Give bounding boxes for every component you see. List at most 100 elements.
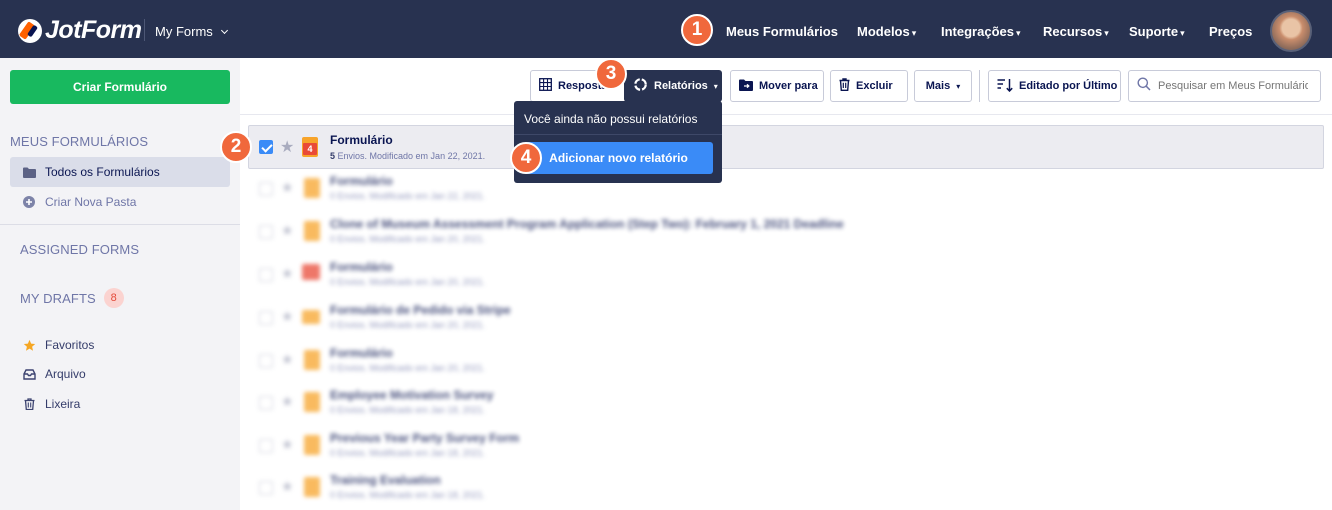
form-icon [304,221,320,241]
form-checkbox[interactable] [259,439,273,453]
form-checkbox[interactable] [259,225,273,239]
section-my-forms: MEUS FORMULÁRIOS [10,134,149,149]
star-icon[interactable]: ★ [281,478,294,495]
reports-button[interactable]: Relatórios ▾ [624,70,722,102]
form-title[interactable]: Formulário [330,260,393,274]
form-icon [304,477,320,497]
form-checkbox[interactable] [259,311,273,325]
user-avatar[interactable] [1270,10,1312,52]
more-label: Mais [925,80,951,92]
nav-suporte[interactable]: Suporte ▾ [1129,24,1185,39]
star-icon[interactable]: ★ [281,179,294,196]
form-title[interactable]: Training Evaluation [330,473,441,487]
form-title[interactable]: Formulário [330,346,393,360]
sort-icon [997,78,1013,95]
dropdown-divider [514,134,722,135]
sort-button[interactable]: Editado por Último [988,70,1121,102]
nav-label: Recursos [1043,24,1103,39]
form-checkbox[interactable] [259,182,273,196]
create-form-button[interactable]: Criar Formulário [10,70,230,104]
form-checkbox[interactable] [259,396,273,410]
sidebar-item-favorites[interactable]: Favoritos [10,330,230,360]
form-icon [304,435,320,455]
form-title[interactable]: Clone of Museum Assessment Program Appli… [330,217,844,231]
sort-label: Editado por Último [1019,80,1118,92]
star-icon[interactable]: ★ [281,222,294,239]
star-icon[interactable]: ★ [281,265,294,282]
reports-label: Relatórios [654,80,708,92]
step-badge-1: 1 [681,14,713,46]
toolbar-divider [240,114,1332,115]
star-icon[interactable]: ★ [281,308,294,325]
nav-integracoes[interactable]: Integrações ▾ [941,24,1021,39]
my-forms-label: My Forms [155,24,213,39]
sidebar-item-label: Todos os Formulários [45,165,160,179]
top-navigation-bar: JotForm My Forms Meus Formulários Modelo… [0,0,1332,58]
form-checkbox-checked[interactable] [259,140,273,154]
delete-label: Excluir [856,80,893,92]
section-assigned-forms[interactable]: ASSIGNED FORMS [20,242,139,257]
nav-precos[interactable]: Preços [1209,24,1252,39]
trash-icon [22,398,36,410]
form-title[interactable]: Employee Motivation Survey [330,388,493,402]
star-icon[interactable]: ★ [281,393,294,410]
form-title[interactable]: Formulário [330,133,393,147]
add-new-report-button[interactable]: Adicionar novo relatório [524,142,713,174]
caret-down-icon: ▾ [911,28,917,38]
nav-recursos[interactable]: Recursos ▾ [1043,24,1109,39]
form-title[interactable]: Formulário [330,174,393,188]
reports-dropdown: Você ainda não possui relatórios Adicion… [514,101,722,183]
star-icon[interactable]: ★ [280,137,294,157]
archive-icon [22,368,36,380]
star-icon[interactable]: ★ [281,436,294,453]
jotform-logo[interactable]: JotForm [18,16,142,45]
form-row-selected[interactable] [248,125,1324,169]
my-forms-switcher[interactable]: My Forms [155,24,228,39]
sidebar-divider [0,224,240,225]
sidebar-item-archive[interactable]: Arquivo [10,359,230,389]
form-meta: 0 Envios. Modificado em Jan 20, 2021. [330,234,486,244]
more-button[interactable]: Mais ▾ [914,70,972,102]
search-icon [1137,77,1151,96]
sidebar-item-label: Arquivo [45,367,86,381]
section-my-drafts[interactable]: MY DRAFTS 8 [20,288,124,308]
step-badge-2: 2 [220,131,252,163]
form-title[interactable]: Previous Year Party Survey Form [330,431,519,445]
nav-meus-formularios[interactable]: Meus Formulários [726,24,838,39]
nav-label: Suporte [1129,24,1179,39]
form-meta: 0 Envios. Modificado em Jan 18, 2021. [330,448,486,458]
nav-divider [144,19,145,41]
form-meta: 0 Envios. Modificado em Jan 22, 2021. [330,191,486,201]
sidebar-item-new-folder[interactable]: Criar Nova Pasta [10,187,230,217]
form-title[interactable]: Formulário de Pedido via Stripe [330,303,511,317]
nav-label: Preços [1209,24,1253,39]
form-meta: 0 Envios. Modificado em Jan 20, 2021. [330,363,486,373]
sidebar-item-label: Criar Nova Pasta [45,195,137,209]
caret-down-icon: ▾ [1015,28,1021,38]
search-input[interactable] [1158,80,1308,92]
form-checkbox[interactable] [259,481,273,495]
sidebar-item-label: Lixeira [45,397,81,411]
new-submissions-badge: 4 [303,143,317,155]
caret-down-icon: ▾ [956,81,961,91]
step-badge-3: 3 [595,58,627,90]
no-reports-message: Você ainda não possui relatórios [524,112,698,126]
nav-modelos[interactable]: Modelos ▾ [857,24,916,39]
sidebar-item-trash[interactable]: Lixeira [10,389,230,419]
nav-label: Integrações [941,24,1014,39]
form-checkbox[interactable] [259,268,273,282]
delete-button[interactable]: Excluir [830,70,908,102]
folder-icon [22,167,36,178]
form-meta-text: Envios. Modificado em Jan 22, 2021. [335,151,486,161]
move-to-button[interactable]: Mover para [730,70,824,102]
nav-label: Meus Formulários [726,24,838,39]
star-icon[interactable]: ★ [281,351,294,368]
form-meta: 0 Envios. Modificado em Jan 18, 2021. [330,490,486,500]
grid-icon [539,78,552,94]
caret-down-icon: ▾ [1180,28,1185,38]
form-checkbox[interactable] [259,354,273,368]
search-box[interactable] [1128,70,1321,102]
star-icon [22,339,36,352]
form-meta: 5 Envios. Modificado em Jan 22, 2021. [330,151,485,161]
sidebar-item-all-forms[interactable]: Todos os Formulários [10,157,230,187]
